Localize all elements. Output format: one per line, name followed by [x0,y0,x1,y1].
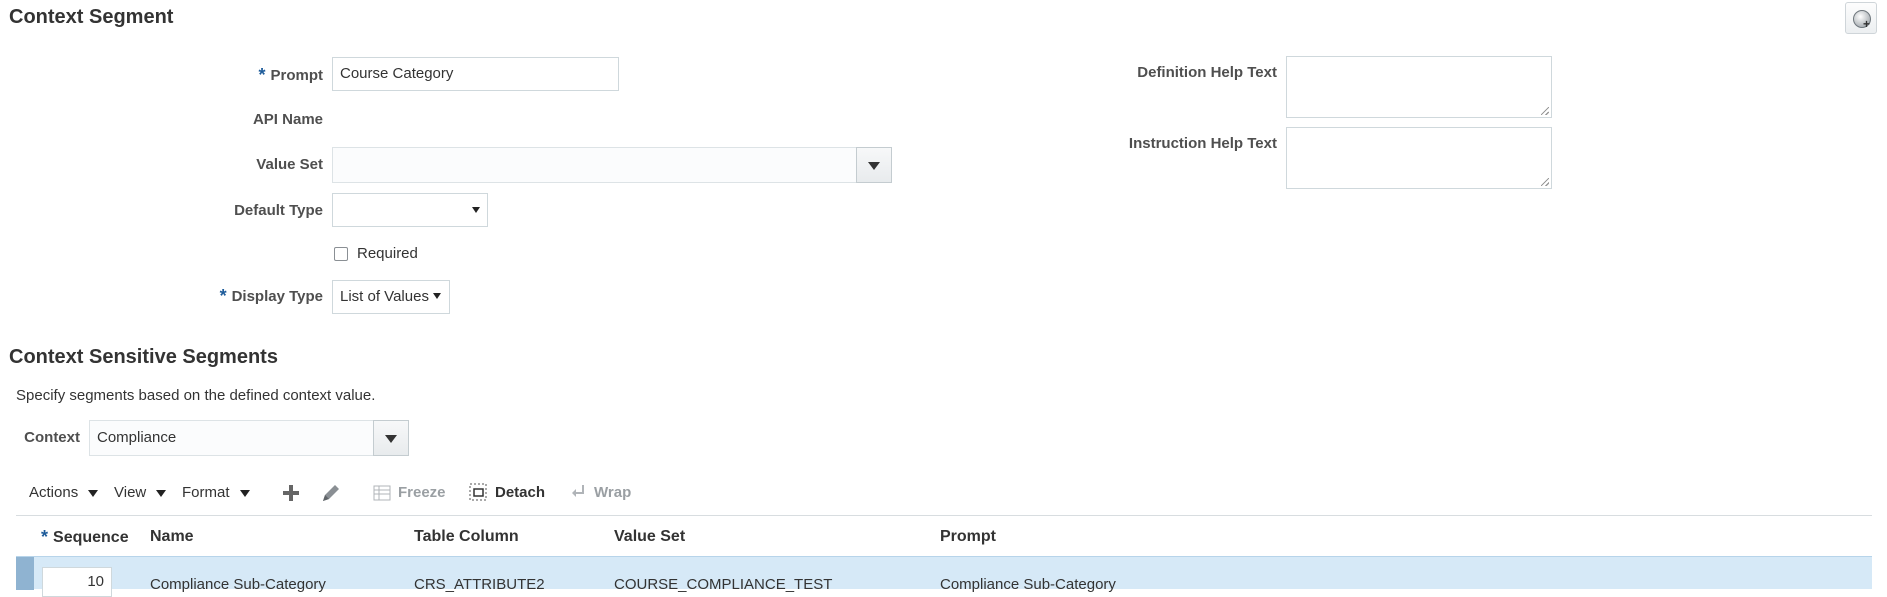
display-type-select[interactable]: List of Values [332,280,450,314]
context-combo[interactable]: Compliance [89,420,409,456]
actions-menu[interactable]: Actions [29,484,99,501]
prompt-input[interactable] [332,57,619,91]
column-header-sequence[interactable]: * Sequence [41,526,129,547]
default-type-select[interactable] [332,193,488,227]
sequence-header-text: Sequence [53,529,129,546]
column-header-name[interactable]: Name [150,528,194,546]
triangle-down-icon [385,435,397,443]
required-marker: * [219,286,227,306]
context-label: Context [24,429,80,446]
wrap-icon [569,483,587,501]
chevron-down-icon [472,207,480,213]
chevron-down-icon [156,489,167,497]
prompt-label: * Prompt [180,64,323,85]
value-set-combo[interactable] [332,147,892,183]
chevron-down-icon [88,489,99,497]
table-top-border [16,515,1872,516]
plus-icon[interactable] [281,483,301,503]
column-header-prompt[interactable]: Prompt [940,528,996,546]
value-set-dropdown-button[interactable] [856,147,892,183]
column-header-value-set[interactable]: Value Set [614,528,685,546]
display-type-label: * Display Type [180,285,323,306]
help-icon[interactable]: + [1845,2,1877,34]
format-label: Format [182,484,230,501]
required-checkbox[interactable] [334,247,348,261]
required-label: Required [357,245,418,262]
detach-button[interactable]: Detach [495,484,545,501]
chevron-down-icon [433,293,441,299]
definition-help-text-input[interactable] [1286,56,1552,118]
sequence-input[interactable] [42,567,112,597]
display-type-value: List of Values [340,288,429,305]
freeze-icon [373,484,391,502]
cell-name: Compliance Sub-Category [150,576,326,593]
freeze-button[interactable]: Freeze [398,484,446,501]
cell-prompt: Compliance Sub-Category [940,576,1116,593]
definition-help-text-label: Definition Help Text [1137,64,1277,81]
table-row[interactable]: Compliance Sub-Category CRS_ATTRIBUTE2 C… [16,556,1872,597]
required-marker: * [258,65,266,85]
actions-label: Actions [29,484,79,501]
context-value: Compliance [97,429,177,446]
cell-value-set: COURSE_COMPLIANCE_TEST [614,576,833,593]
instruction-help-text-label: Instruction Help Text [1128,135,1277,152]
context-segment-title: Context Segment [9,6,174,28]
format-menu[interactable]: Format [182,484,250,501]
prompt-label-text: Prompt [270,67,324,84]
view-menu[interactable]: View [114,484,167,501]
required-marker: * [41,527,49,547]
resize-grip-icon[interactable] [1541,107,1549,115]
wrap-button[interactable]: Wrap [594,484,631,501]
triangle-down-icon [868,162,880,170]
context-dropdown-button[interactable] [373,420,409,456]
cell-table-column: CRS_ATTRIBUTE2 [414,576,545,593]
value-set-label: Value Set [256,156,323,173]
default-type-label: Default Type [234,202,323,219]
display-type-label-text: Display Type [231,288,323,305]
column-header-table-column[interactable]: Table Column [414,528,519,546]
context-sensitive-segments-title: Context Sensitive Segments [9,346,278,368]
section-description: Specify segments based on the defined co… [16,387,376,404]
plus-small-icon: + [1863,17,1871,31]
instruction-help-text-input[interactable] [1286,127,1552,189]
pencil-icon[interactable] [320,482,342,504]
chevron-down-icon [239,489,250,497]
view-label: View [114,484,147,501]
detach-icon [468,482,488,502]
resize-grip-icon[interactable] [1541,178,1549,186]
api-name-label: API Name [252,111,323,128]
row-selection-indicator [16,557,34,590]
